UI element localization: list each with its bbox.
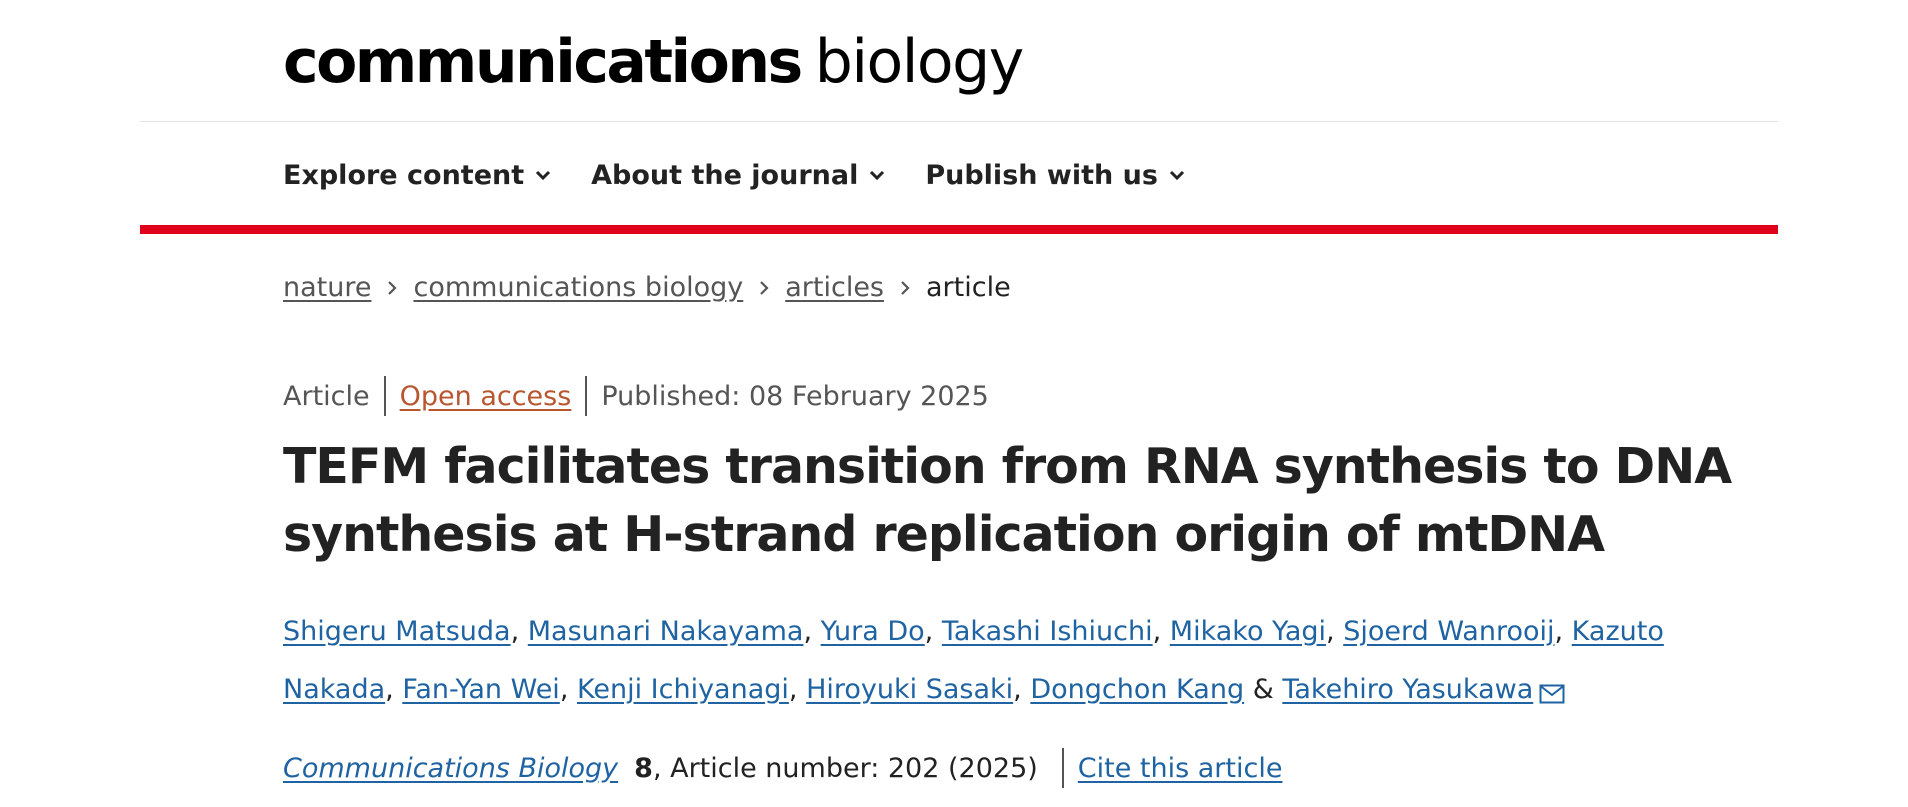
author-link[interactable]: Kenji Ichiyanagi [577,674,789,705]
author-link[interactable]: Hiroyuki Sasaki [806,674,1013,705]
nav-explore-content[interactable]: Explore content [283,160,551,191]
published-date: Published: 08 February 2025 [601,380,989,412]
nav-about-the-journal-label: About the journal [591,159,859,191]
chevron-down-icon [870,170,885,180]
journal-link[interactable]: Communications Biology [283,753,618,784]
logo-communications: communications [283,27,803,97]
breadcrumb-articles[interactable]: articles [785,272,884,303]
author-link[interactable]: Sjoerd Wanrooij [1343,616,1554,647]
chevron-right-icon [387,280,398,296]
author-link-corresponding[interactable]: Takehiro Yasukawa [1282,674,1533,705]
cite-this-article-link[interactable]: Cite this article [1078,753,1283,784]
citation-divider [1061,748,1064,788]
author-list: Shigeru Matsuda, Masunari Nakayama, Yura… [283,603,1693,725]
nav-publish-with-us[interactable]: Publish with us [925,160,1185,191]
main-nav: Explore content About the journal Publis… [283,150,1225,200]
author-link[interactable]: Masunari Nakayama [528,616,804,647]
author-link[interactable]: Mikako Yagi [1170,616,1326,647]
meta-divider [585,376,588,416]
nav-explore-content-label: Explore content [283,159,525,191]
breadcrumb-nature[interactable]: nature [283,272,371,303]
breadcrumb: nature communications biology articles a… [283,272,1011,303]
meta-divider [383,376,386,416]
article-meta: Article Open access Published: 08 Februa… [283,376,989,416]
nav-publish-with-us-label: Publish with us [925,159,1158,191]
authors-joiner: & [1252,674,1274,705]
nav-about-the-journal[interactable]: About the journal [591,160,885,191]
chevron-down-icon [1169,170,1184,180]
article-type: Article [283,380,370,412]
author-link[interactable]: Dongchon Kang [1030,674,1244,705]
mail-icon[interactable] [1539,667,1565,725]
chevron-right-icon [900,280,910,296]
logo-biology: biology [814,27,1024,97]
author-link[interactable]: Shigeru Matsuda [283,616,511,647]
author-link[interactable]: Takashi Ishiuchi [942,616,1153,647]
chevron-right-icon [759,280,769,296]
article-number: , Article number: 202 (2025) [652,752,1038,784]
journal-logo[interactable]: communications biology [283,32,1024,92]
breadcrumb-communications-biology[interactable]: communications biology [413,272,743,303]
volume-number: 8 [634,752,653,784]
header-divider [140,121,1778,122]
breadcrumb-current: article [926,272,1011,303]
accent-bar [140,225,1778,234]
chevron-down-icon [536,170,551,180]
author-link[interactable]: Yura Do [821,616,925,647]
open-access-link[interactable]: Open access [400,381,572,412]
citation-line: Communications Biology 8, Article number… [283,748,1282,788]
author-link[interactable]: Fan-Yan Wei [402,674,560,705]
article-title: TEFM facilitates transition from RNA syn… [283,438,1732,563]
